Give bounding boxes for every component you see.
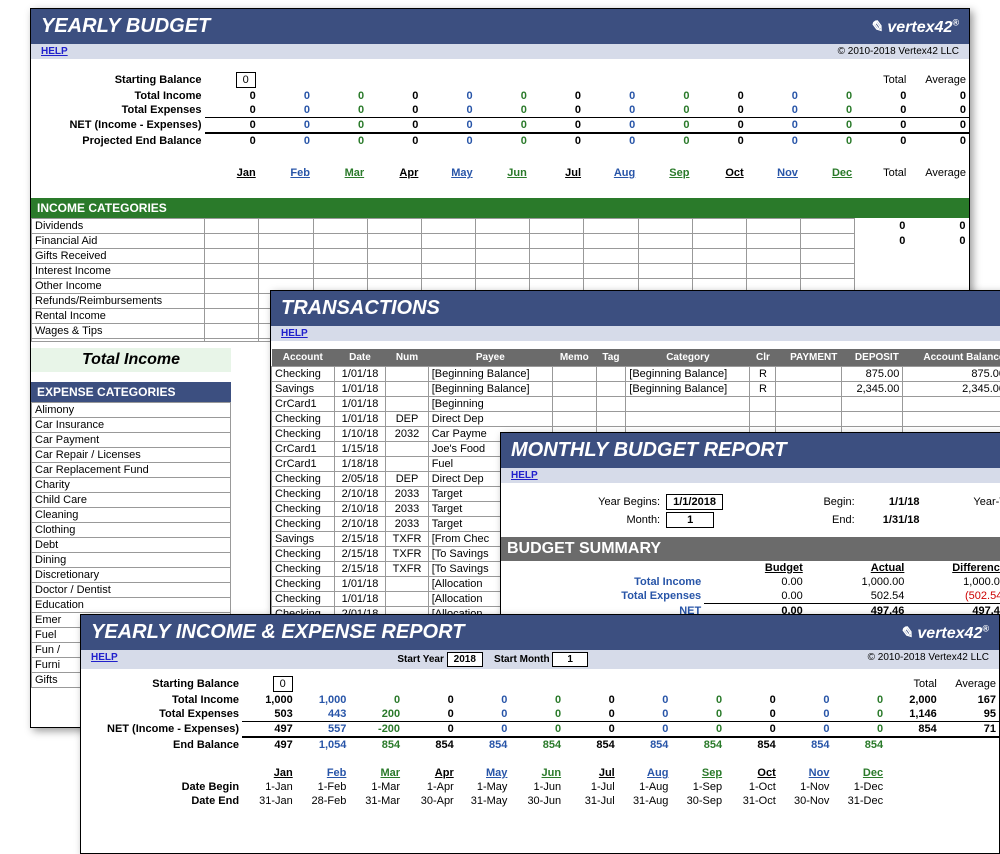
transactions-subbar: HELP [271,326,1000,341]
monthly-params-table: Year Begins: 1/1/2018 Begin: 1/1/18 Year… [501,493,1000,529]
total-income-row: Total Income [31,348,231,372]
transactions-title: TRANSACTIONS [281,297,440,320]
end-value: 1/31/18 [858,511,923,529]
start-month-value[interactable]: 1 [552,652,588,667]
monthly-subbar: HELP [501,468,1000,483]
monthly-title: MONTHLY BUDGET REPORT [511,439,787,462]
begin-label: Begin: [750,493,858,511]
yearly-subbar: HELP © 2010-2018 Vertex42 LLC [31,44,969,59]
start-month-label: Start Month [494,654,550,665]
transactions-title-bar: TRANSACTIONS [271,291,1000,326]
monthly-summary-table: BudgetActualDifferenceTotal Income0.001,… [501,561,1000,620]
begin-value: 1/1/18 [858,493,923,511]
copyright: © 2010-2018 Vertex42 LLC [838,46,959,57]
year-begins-value[interactable]: 1/1/2018 [666,494,723,510]
report-title-bar: YEARLY INCOME & EXPENSE REPORT ✎ vertex4… [81,615,999,650]
yearly-summary-table: Starting Balance0TotalAverageTotal Incom… [31,71,969,180]
budget-summary-header: BUDGET SUMMARY [501,537,1000,561]
year-begins-label: Year Begins: [501,493,663,511]
vertex-logo: ✎ vertex42® [870,17,959,37]
start-year-label: Start Year [397,654,444,665]
copyright: © 2010-2018 Vertex42 LLC [868,652,989,667]
month-value[interactable]: 1 [666,512,714,528]
yearly-title-bar: YEARLY BUDGET ✎ vertex42® [31,9,969,44]
start-year-value[interactable]: 2018 [447,652,483,667]
monthly-title-bar: MONTHLY BUDGET REPORT [501,433,1000,468]
expense-categories-header: EXPENSE CATEGORIES [31,382,231,402]
month-label: Month: [501,511,663,529]
help-link[interactable]: HELP [91,652,118,667]
vertex-logo: ✎ vertex42® [900,623,989,643]
report-subbar: HELP Start Year 2018 Start Month 1 © 201… [81,650,999,669]
income-categories-header: INCOME CATEGORIES [31,198,969,218]
help-link[interactable]: HELP [281,328,308,339]
help-link[interactable]: HELP [511,470,538,481]
year-t-label: Year-T [923,493,1000,511]
report-table: Starting Balance0TotalAverageTotal Incom… [81,675,999,808]
help-link[interactable]: HELP [41,46,68,57]
end-label: End: [750,511,858,529]
yearly-report-panel: YEARLY INCOME & EXPENSE REPORT ✎ vertex4… [80,614,1000,854]
report-title: YEARLY INCOME & EXPENSE REPORT [91,621,464,644]
yearly-title: YEARLY BUDGET [41,15,210,38]
